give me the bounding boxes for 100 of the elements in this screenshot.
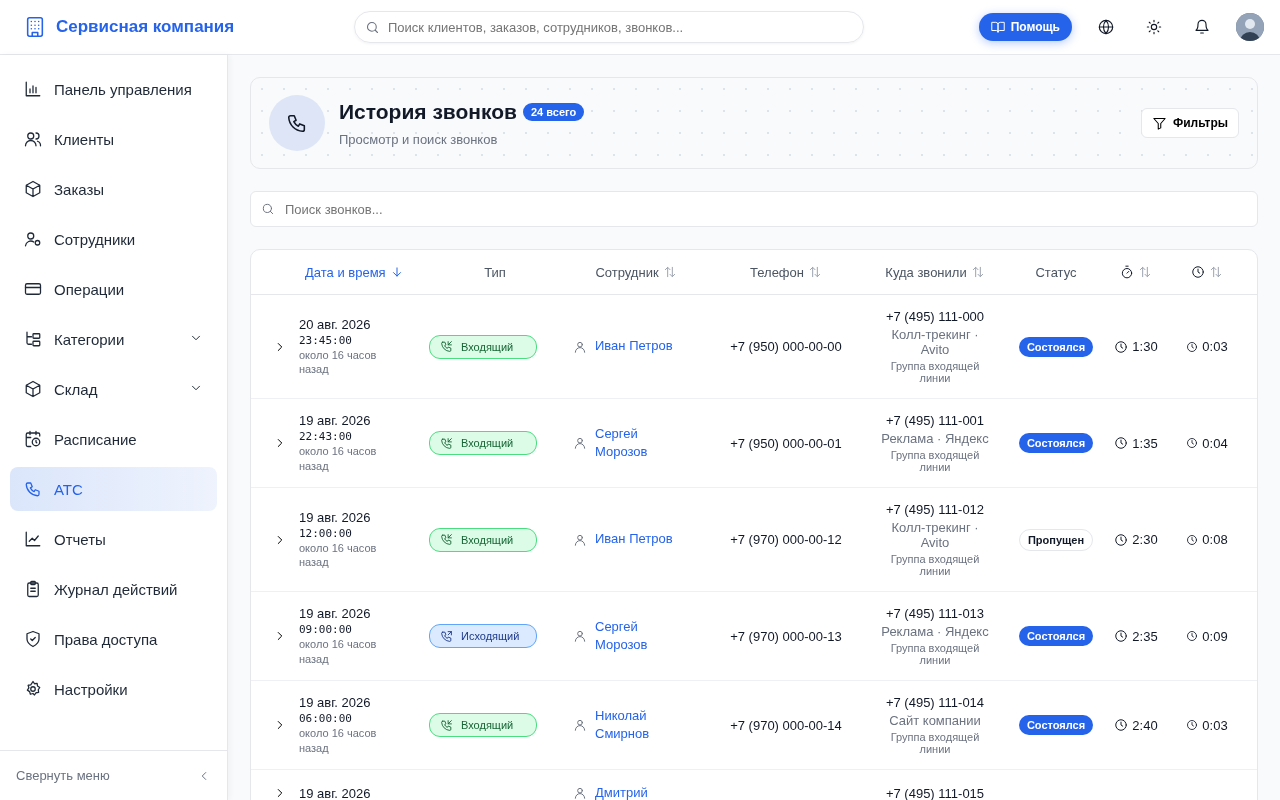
bell-icon: [1194, 19, 1210, 35]
clock-icon: [1186, 719, 1199, 731]
user-icon: [573, 786, 587, 800]
user-icon: [573, 339, 587, 354]
sidebar-item[interactable]: Операции: [10, 267, 217, 311]
clock-icon: [1191, 265, 1205, 279]
call-type-badge: Исходящий: [429, 624, 537, 648]
filter-icon: [1151, 115, 1167, 131]
employee-link[interactable]: Иван Петров: [595, 337, 673, 356]
destination-group: Группа входящей линии: [880, 449, 990, 473]
call-date: 19 авг. 2026: [299, 413, 372, 429]
line-chart-icon: [24, 530, 42, 548]
sort-icon: [1138, 265, 1152, 279]
help-button[interactable]: Помощь: [978, 13, 1072, 41]
call-duration: 1:30: [1132, 339, 1158, 354]
clock-icon: [1114, 339, 1129, 354]
status-badge: Состоялся: [1018, 336, 1094, 357]
employee-link[interactable]: Дмитрий: [595, 784, 648, 800]
wait-time: 0:04: [1202, 435, 1228, 451]
wait-time: 0:03: [1202, 339, 1228, 354]
call-time: 12:00:00: [299, 526, 353, 540]
column-header[interactable]: Дата и время: [299, 264, 429, 280]
avatar[interactable]: [1236, 13, 1264, 41]
call-duration: 2:30: [1132, 532, 1158, 547]
app-title: Сервисная компания: [56, 17, 235, 37]
phone-icon: [286, 112, 308, 134]
filter-button[interactable]: Фильтры: [1140, 108, 1239, 138]
clock-icon: [1114, 436, 1129, 450]
sidebar-item[interactable]: Панель управления: [10, 67, 217, 111]
search-icon: [365, 19, 380, 35]
page-title: История звонков: [339, 99, 517, 123]
destination-number: +7 (495) 111-014: [885, 695, 985, 710]
user-icon: [573, 718, 587, 732]
column-header[interactable]: Куда звонили: [861, 264, 1009, 280]
sidebar-item[interactable]: АТС: [10, 467, 217, 511]
call-duration: 2:35: [1132, 628, 1158, 644]
sort-icon: [662, 265, 677, 279]
sidebar-item[interactable]: Расписание: [10, 417, 217, 461]
sidebar-item[interactable]: Сотрудники: [10, 217, 217, 261]
employee-link[interactable]: Иван Петров: [595, 530, 673, 549]
wait-time: 0:09: [1202, 628, 1228, 644]
card-icon: [24, 280, 42, 298]
phone-number: +7 (970) 000-00-12: [730, 532, 842, 547]
settings-icon: [24, 680, 42, 698]
call-time: 22:43:00: [299, 430, 353, 444]
sidebar-item[interactable]: Журнал действий: [10, 567, 217, 611]
tree-icon: [24, 330, 42, 348]
sort-icon: [807, 265, 822, 279]
relative-time: около 16 часов назад: [299, 540, 378, 570]
clock-icon: [1186, 437, 1199, 449]
chart-icon: [24, 80, 42, 98]
call-search-box[interactable]: Поиск звонков...: [250, 191, 1258, 227]
column-header[interactable]: Телефон: [711, 264, 861, 280]
collapse-menu-button[interactable]: Свернуть меню: [0, 750, 227, 800]
sidebar-item[interactable]: Клиенты: [10, 117, 217, 161]
globe-icon: [1098, 19, 1114, 35]
destination-number: +7 (495) 111-013: [885, 606, 985, 621]
destination-source: Колл-трекинг · Avito: [890, 327, 980, 357]
shield-check-icon: [24, 630, 42, 648]
employee-link[interactable]: Сергей Морозов: [595, 424, 675, 462]
call-time: 09:00:00: [299, 623, 353, 637]
call-type-badge: Входящий: [429, 527, 537, 552]
sidebar-item[interactable]: Заказы: [10, 167, 217, 211]
status-badge: Состоялся: [1018, 715, 1094, 735]
outgoing-call-icon: [440, 629, 453, 643]
clipboard-icon: [24, 580, 42, 598]
destination-number: +7 (495) 111-015: [885, 785, 985, 800]
box-icon: [24, 180, 42, 198]
relative-time: около 16 часов назад: [299, 726, 378, 755]
search-field[interactable]: Поиск клиентов, заказов, сотрудников, звонков...: [386, 18, 853, 36]
destination-source: Реклама · Яндекс: [881, 431, 989, 446]
destination-source: Реклама · Яндекс: [881, 624, 989, 639]
clock-icon: [1186, 533, 1199, 546]
sun-icon: [1146, 19, 1162, 35]
sidebar-item[interactable]: Права доступа: [10, 617, 217, 661]
call-time: 06:00:00: [299, 712, 353, 726]
status-badge: Состоялся: [1018, 626, 1094, 646]
phone-icon: [24, 480, 42, 498]
sidebar-item[interactable]: Отчеты: [10, 517, 217, 561]
clock-icon: [1186, 340, 1199, 353]
destination-group: Группа входящей линии: [880, 731, 990, 755]
call-date: 19 авг. 2026: [299, 785, 372, 800]
incoming-call-icon: [440, 533, 453, 546]
destination-group: Группа входящей линии: [880, 553, 990, 577]
sidebar-item[interactable]: Настройки: [10, 667, 217, 711]
employee-link[interactable]: Николай Смирнов: [595, 706, 675, 744]
user-gear-icon: [24, 230, 42, 248]
column-header[interactable]: Сотрудник: [561, 264, 711, 280]
sidebar-item[interactable]: Склад: [10, 367, 217, 411]
call-date: 19 авг. 2026: [299, 509, 372, 525]
call-search-field[interactable]: Поиск звонков...: [283, 200, 1247, 218]
call-date: 19 авг. 2026: [299, 695, 372, 711]
phone-number: +7 (970) 000-00-13: [730, 628, 842, 644]
clock-icon: [1114, 532, 1129, 547]
sidebar-item[interactable]: Категории: [10, 317, 217, 361]
column-header[interactable]: Статус: [1009, 264, 1103, 280]
destination-source: Сайт компании: [889, 713, 981, 728]
incoming-call-icon: [440, 436, 453, 450]
column-header[interactable]: Тип: [429, 264, 561, 280]
employee-link[interactable]: Сергей Морозов: [595, 617, 675, 655]
